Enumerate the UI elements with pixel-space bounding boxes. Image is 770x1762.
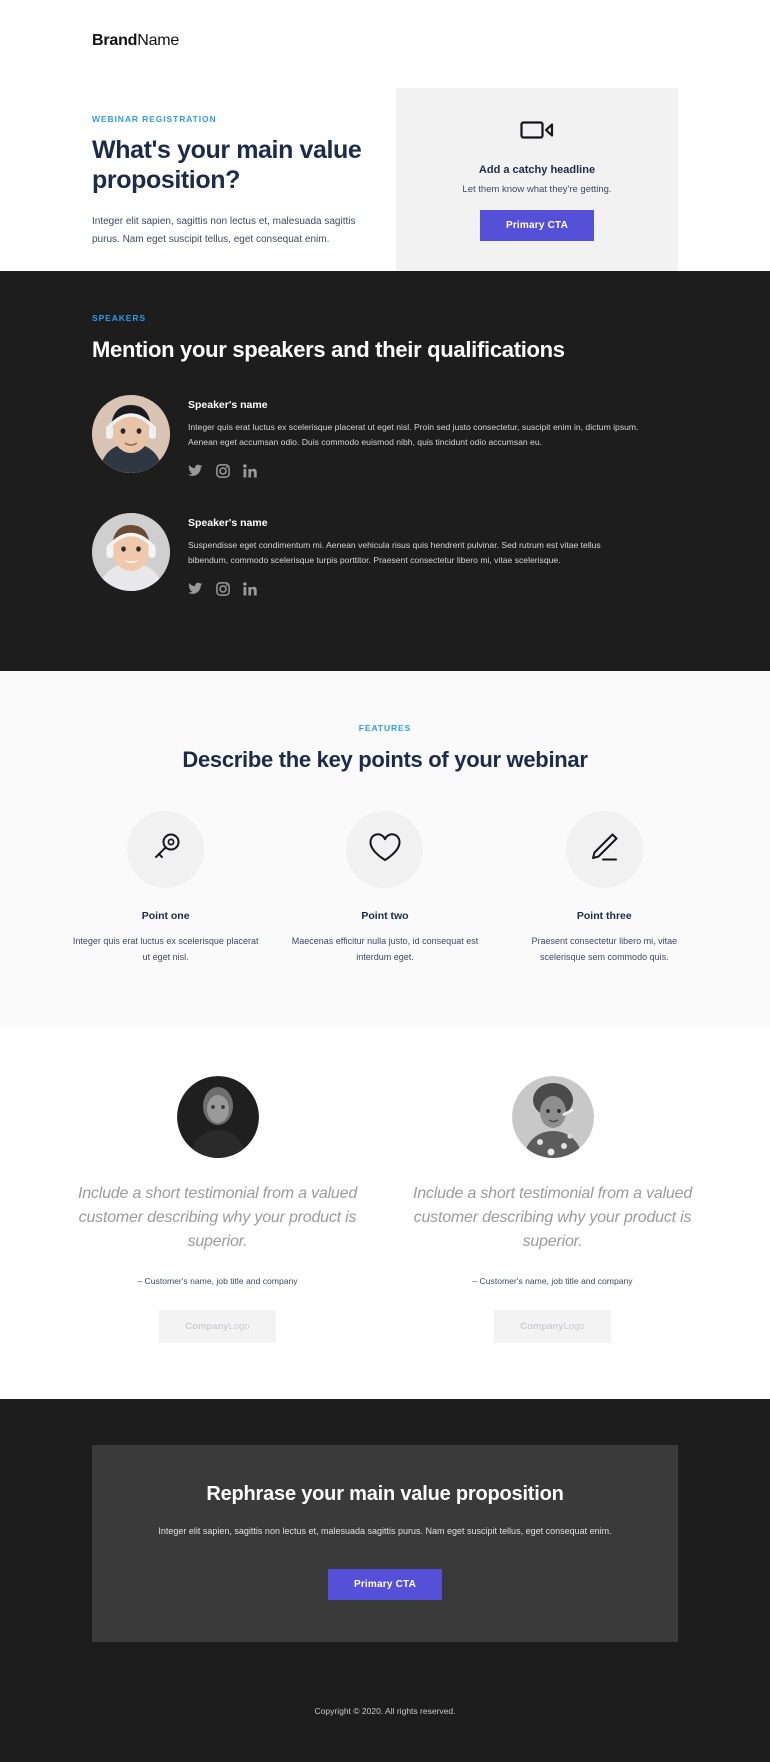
speaker-avatar xyxy=(92,395,170,473)
video-camera-icon xyxy=(520,119,554,146)
speakers-section: SPEAKERS Mention your speakers and their… xyxy=(0,271,770,672)
testimonial-item: Include a short testimonial from a value… xyxy=(405,1075,700,1343)
speaker-item: Speaker's name Integer quis erat luctus … xyxy=(92,395,678,483)
testimonial-avatar xyxy=(511,1075,594,1158)
feature-icon-circle xyxy=(565,811,643,889)
testimonial-item: Include a short testimonial from a value… xyxy=(70,1075,365,1343)
speaker-bio: Integer quis erat luctus ex scelerisque … xyxy=(188,422,639,448)
hero-title: What's your main value proposition? xyxy=(92,136,362,194)
customer-logo: CompanyLogo xyxy=(159,1309,276,1343)
landing-page: BrandName WEBINAR REGISTRATION What's yo… xyxy=(0,0,770,1762)
hero-media-column: Add a catchy headline Let them know what… xyxy=(382,82,678,271)
footer-cta-title: Rephrase your main value proposition xyxy=(206,1482,564,1505)
twitter-icon[interactable] xyxy=(188,582,203,601)
twitter-icon[interactable] xyxy=(188,464,203,483)
linkedin-icon[interactable] xyxy=(243,464,257,483)
pencil-icon xyxy=(587,830,621,869)
customer-logo-bold: Company xyxy=(520,1320,564,1332)
key-icon xyxy=(149,830,183,869)
card-subtext: Let them know what they're getting. xyxy=(462,183,612,195)
hero-eyebrow: WEBINAR REGISTRATION xyxy=(92,114,217,124)
brand-name-light: Name xyxy=(137,32,180,49)
feature-item: Point two Maecenas efficitur nulla justo… xyxy=(275,811,494,966)
speaker-info: Speaker's name Integer quis erat luctus … xyxy=(188,395,678,483)
speakers-title: Mention your speakers and their qualific… xyxy=(92,337,565,362)
speaker-social-links xyxy=(188,582,678,601)
brand-logo[interactable]: BrandName xyxy=(92,32,179,50)
feature-body: Maecenas efficitur nulla justo, id conse… xyxy=(291,936,479,962)
video-cta-card: Add a catchy headline Let them know what… xyxy=(396,88,678,271)
footer-primary-cta-button[interactable]: Primary CTA xyxy=(327,1568,443,1600)
feature-body: Praesent consectetur libero mi, vitae sc… xyxy=(531,936,678,962)
footer-section: Rephrase your main value proposition Int… xyxy=(0,1398,770,1762)
instagram-icon[interactable] xyxy=(216,464,230,483)
speaker-info: Speaker's name Suspendisse eget condimen… xyxy=(188,513,678,601)
speaker-avatar xyxy=(92,513,170,592)
testimonial-quote: Include a short testimonial from a value… xyxy=(412,1184,693,1250)
footer-cta-body: Integer elit sapien, sagittis non lectus… xyxy=(158,1525,612,1536)
speaker-item: Speaker's name Suspendisse eget condimen… xyxy=(92,513,678,601)
feature-item: Point three Praesent consectetur libero … xyxy=(495,811,714,966)
customer-logo-bold: Company xyxy=(185,1320,229,1332)
features-title: Describe the key points of your webinar xyxy=(182,747,588,773)
heart-icon xyxy=(368,832,402,868)
testimonial-attribution: – Customer's name, job title and company xyxy=(137,1275,298,1286)
site-header: BrandName xyxy=(0,0,770,82)
linkedin-icon[interactable] xyxy=(243,582,257,601)
hero-body: Integer elit sapien, sagittis non lectus… xyxy=(92,216,356,245)
features-eyebrow: FEATURES xyxy=(358,723,412,734)
customer-logo-light: Logo xyxy=(563,1320,585,1332)
feature-item: Point one Integer quis erat luctus ex sc… xyxy=(56,811,275,966)
testimonial-attribution: – Customer's name, job title and company xyxy=(472,1275,633,1286)
features-section: FEATURES Describe the key points of your… xyxy=(0,671,770,1028)
feature-icon-circle xyxy=(127,811,205,889)
copyright-text: Copyright © 2020. All rights reserved. xyxy=(314,1705,456,1716)
features-row: Point one Integer quis erat luctus ex sc… xyxy=(56,811,714,966)
feature-title: Point one xyxy=(141,910,190,923)
card-headline: Add a catchy headline xyxy=(478,163,596,176)
feature-icon-circle xyxy=(346,811,424,889)
speaker-name: Speaker's name xyxy=(188,399,268,411)
feature-body: Integer quis erat luctus ex scelerisque … xyxy=(72,936,259,962)
speakers-eyebrow: SPEAKERS xyxy=(92,313,146,323)
customer-logo: CompanyLogo xyxy=(494,1309,611,1343)
testimonial-quote: Include a short testimonial from a value… xyxy=(77,1184,358,1250)
speaker-bio: Suspendisse eget condimentum mi. Aenean … xyxy=(188,540,601,566)
brand-name-bold: Brand xyxy=(92,32,138,49)
testimonial-avatar xyxy=(176,1075,259,1158)
hero-section: WEBINAR REGISTRATION What's your main va… xyxy=(0,82,770,271)
feature-title: Point three xyxy=(576,910,632,923)
hero-text-column: WEBINAR REGISTRATION What's your main va… xyxy=(92,82,382,248)
feature-title: Point two xyxy=(361,910,409,923)
testimonials-section: Include a short testimonial from a value… xyxy=(0,1027,770,1399)
hero-primary-cta-button[interactable]: Primary CTA xyxy=(479,209,595,241)
speaker-name: Speaker's name xyxy=(188,517,268,530)
customer-logo-light: Logo xyxy=(228,1320,250,1332)
instagram-icon[interactable] xyxy=(216,582,230,601)
footer-cta-card: Rephrase your main value proposition Int… xyxy=(92,1444,678,1642)
speaker-social-links xyxy=(188,464,678,483)
